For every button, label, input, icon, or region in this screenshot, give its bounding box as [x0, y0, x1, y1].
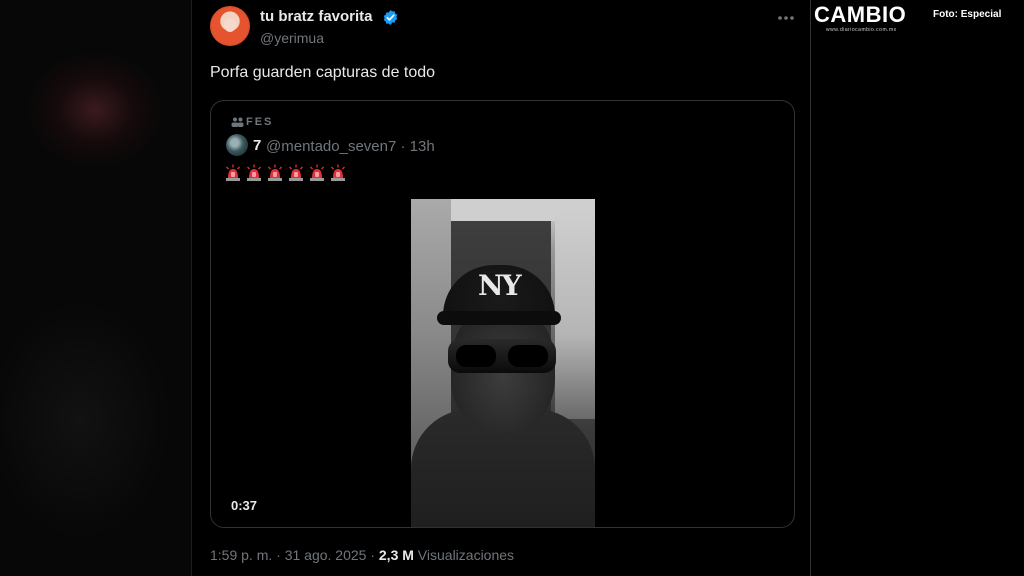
- quoted-handle[interactable]: @mentado_seven7 · 13h: [266, 138, 435, 155]
- cap-logo: NY: [478, 269, 522, 302]
- video-player[interactable]: NY: [411, 199, 595, 527]
- tweet-timestamp[interactable]: 1:59 p. m. · 31 ago. 2025 ·: [210, 547, 379, 563]
- tweet-meta: 1:59 p. m. · 31 ago. 2025 · 2,3 M Visual…: [210, 547, 514, 563]
- quoted-avatar[interactable]: [226, 134, 248, 156]
- emoji-row: [224, 164, 347, 182]
- right-panel: CAMBIO www.diariocambio.com.mx Foto: Esp…: [812, 0, 1024, 576]
- quoted-tweet[interactable]: FES 7 @mentado_seven7 · 13h NY 0:37: [210, 100, 795, 528]
- video-duration: 0:37: [231, 498, 258, 513]
- handle[interactable]: @yerimua: [260, 30, 324, 46]
- tweet: tu bratz favorita @yerimua Porfa guarden…: [193, 0, 811, 576]
- tweet-text: Porfa guarden capturas de todo: [210, 64, 436, 81]
- community-people-icon: [231, 117, 244, 127]
- brand-logo: CAMBIO: [814, 2, 907, 27]
- video-frame-wall: [555, 209, 595, 419]
- views-label: Visualizaciones: [413, 547, 515, 563]
- blurred-background: [0, 0, 192, 576]
- siren-emoji: [266, 164, 284, 182]
- siren-emoji: [308, 164, 326, 182]
- community-label[interactable]: FES: [246, 116, 273, 128]
- video-frame-sunglasses: [448, 339, 556, 373]
- verified-badge-icon: [383, 10, 398, 25]
- views-count: 2,3 M: [378, 547, 414, 563]
- siren-emoji: [224, 164, 242, 182]
- siren-emoji: [245, 164, 263, 182]
- brand-url: www.diariocambio.com.mx: [826, 27, 897, 33]
- quoted-display-name[interactable]: 7: [253, 137, 261, 154]
- siren-emoji: [287, 164, 305, 182]
- siren-emoji: [329, 164, 347, 182]
- avatar[interactable]: [210, 6, 250, 46]
- photo-credit: Foto: Especial: [933, 9, 1002, 20]
- more-horizontal-icon[interactable]: [776, 10, 796, 26]
- display-name[interactable]: tu bratz favorita: [260, 8, 373, 25]
